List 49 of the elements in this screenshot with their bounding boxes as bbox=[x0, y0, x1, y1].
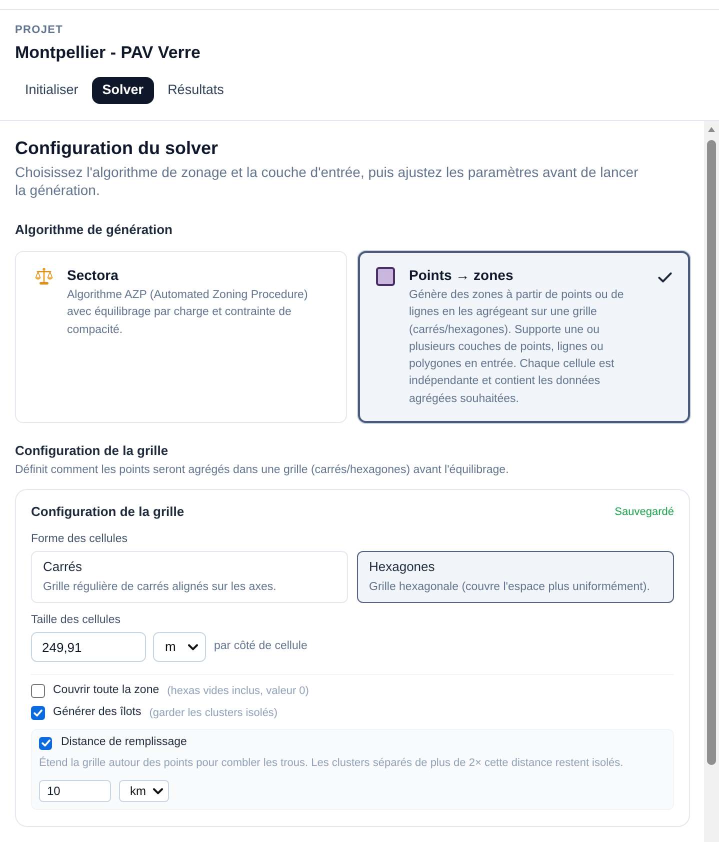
option-description: Grille hexagonale (couvre l'espace plus uniformément). bbox=[369, 580, 650, 595]
checkmark-icon bbox=[33, 708, 43, 718]
square-icon bbox=[376, 267, 395, 286]
tab[interactable]: Solver bbox=[92, 77, 154, 104]
algorithm-card[interactable] bbox=[358, 251, 690, 423]
checkbox-label: Couvrir toute la zone bbox=[53, 683, 160, 698]
unit-select[interactable]: km bbox=[119, 780, 169, 802]
chevron-down-icon bbox=[153, 788, 163, 794]
option-description: Grille régulière de carrés alignés sur les axes. bbox=[43, 580, 276, 595]
checkbox[interactable] bbox=[39, 736, 52, 750]
tab[interactable]: Initialiser bbox=[15, 77, 88, 104]
subsection-heading: Configuration de la grille bbox=[15, 442, 170, 460]
project-title: Montpellier - PAV Verre bbox=[15, 42, 200, 64]
algorithm-description: Génère des zones à partir de points ou de lignes en les agrégeant sur une grille (carrés/hexagones). Supporte une ou plusieurs couches de points, lignes ou polygones en entrée. Chaque cellule est indépendante et contient les données agrégées souhaitées. bbox=[409, 288, 625, 407]
tab[interactable]: Résultats bbox=[158, 77, 234, 104]
algorithm-title: Sectora bbox=[67, 266, 118, 284]
option-title: Hexagones bbox=[369, 558, 435, 576]
chevron-down-icon bbox=[188, 644, 198, 650]
card-title: Configuration de la grille bbox=[31, 503, 184, 521]
checkmark-icon bbox=[40, 738, 50, 748]
checkbox[interactable] bbox=[31, 706, 45, 720]
cell-size-input[interactable]: 249,91 bbox=[31, 632, 146, 662]
shape-option[interactable]: Hexagones Grille hexagonale (couvre l'espace plus uniformément). bbox=[357, 551, 674, 603]
algorithm-card[interactable]: Sectora Algorithme AZP (Automated Zoning Procedure) avec équilibrage par charge et contrainte de compacité. bbox=[15, 251, 347, 423]
field-label: Forme des cellules bbox=[31, 532, 129, 547]
subsection-description: Définit comment les points seront agrégés dans une grille (carrés/hexagones) avant l'équilibrage. bbox=[15, 463, 510, 478]
distance-input[interactable]: 10 bbox=[39, 780, 111, 802]
option-title: Carrés bbox=[43, 558, 82, 576]
saved-status: Sauvegardé bbox=[614, 505, 674, 520]
project-label: PROJET bbox=[15, 23, 63, 37]
shape-option[interactable]: Carrés Grille régulière de carrés alignés sur les axes. bbox=[31, 551, 348, 603]
checkbox-label: Distance de remplissage bbox=[61, 735, 187, 750]
check-icon bbox=[658, 272, 672, 283]
panel-description: Étend la grille autour des points pour combler les trous. Les clusters séparés de plus de 2× cette distance restent isolés. bbox=[39, 756, 624, 771]
algorithm-title: Points → zones bbox=[409, 266, 514, 284]
balance-scale-icon bbox=[34, 267, 52, 285]
section-title: Configuration du solver bbox=[15, 137, 220, 160]
scrollbar-thumb[interactable] bbox=[707, 140, 716, 765]
checkbox[interactable] bbox=[31, 684, 45, 698]
field-suffix: par côté de cellule bbox=[214, 639, 308, 654]
algorithm-description: Algorithme AZP (Automated Zoning Procedure) avec équilibrage par charge et contrainte de compacité. bbox=[67, 288, 309, 338]
field-label: Taille des cellules bbox=[31, 613, 122, 628]
checkbox-hint: (garder les clusters isolés) bbox=[149, 706, 278, 721]
scroll-up-icon[interactable] bbox=[708, 127, 715, 132]
checkbox-label: Générer des îlots bbox=[53, 705, 142, 720]
subsection-heading: Algorithme de génération bbox=[15, 221, 174, 239]
checkbox-hint: (hexas vides inclus, valeur 0) bbox=[167, 684, 309, 699]
section-description: Choisissez l'algorithme de zonage et la couche d'entrée, puis ajustez les paramètres avant de lancer la génération. bbox=[15, 163, 640, 199]
unit-select[interactable]: m bbox=[153, 632, 206, 662]
